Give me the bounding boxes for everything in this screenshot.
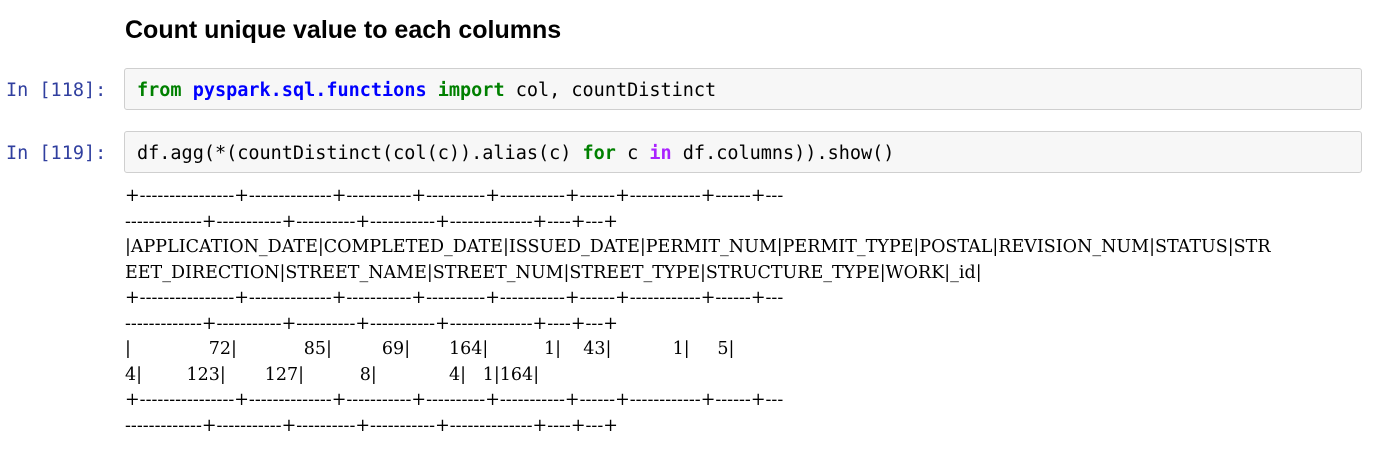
output-line: +----------------+--------------+-------…: [125, 390, 784, 410]
code-token: c: [615, 143, 650, 164]
code-line-118[interactable]: from pyspark.sql.functions import col, c…: [137, 80, 716, 101]
code-token: in: [649, 143, 672, 164]
code-token: import: [437, 80, 505, 101]
output-line: +----------------+--------------+-------…: [125, 288, 784, 308]
cell-output-119: +----------------+--------------+-------…: [125, 184, 1271, 439]
code-token: df.columns)).show(): [671, 143, 895, 164]
code-token: col, countDistinct: [504, 80, 717, 101]
output-line: EET_DIRECTION|STREET_NAME|STREET_NUM|STR…: [125, 262, 982, 283]
output-line: |APPLICATION_DATE|COMPLETED_DATE|ISSUED_…: [125, 237, 1271, 257]
code-token: for: [582, 143, 616, 164]
code-cell-119[interactable]: df.agg(*(countDistinct(col(c)).alias(c) …: [124, 131, 1362, 173]
output-line: -------------+-----------+----------+---…: [125, 415, 618, 436]
output-line: -------------+-----------+----------+---…: [125, 313, 618, 334]
output-line: -------------+-----------+----------+---…: [125, 211, 618, 232]
code-token: df.agg(*(countDistinct(col(c)).alias(c): [137, 143, 583, 164]
output-line: +----------------+--------------+-------…: [125, 186, 784, 206]
input-prompt-119: In [119]:: [6, 143, 107, 164]
output-line: | 72| 85| 69| 164| 1| 43| 1| 5|: [125, 339, 735, 359]
input-prompt-118: In [118]:: [6, 80, 107, 101]
code-token: from: [137, 80, 182, 101]
code-line-119[interactable]: df.agg(*(countDistinct(col(c)).alias(c) …: [137, 143, 894, 164]
code-cell-118[interactable]: from pyspark.sql.functions import col, c…: [124, 68, 1362, 110]
section-heading: Count unique value to each columns: [125, 16, 562, 44]
code-token: pyspark.sql.functions: [192, 80, 427, 101]
output-line: 4| 123| 127| 8| 4| 1|164|: [125, 364, 540, 385]
